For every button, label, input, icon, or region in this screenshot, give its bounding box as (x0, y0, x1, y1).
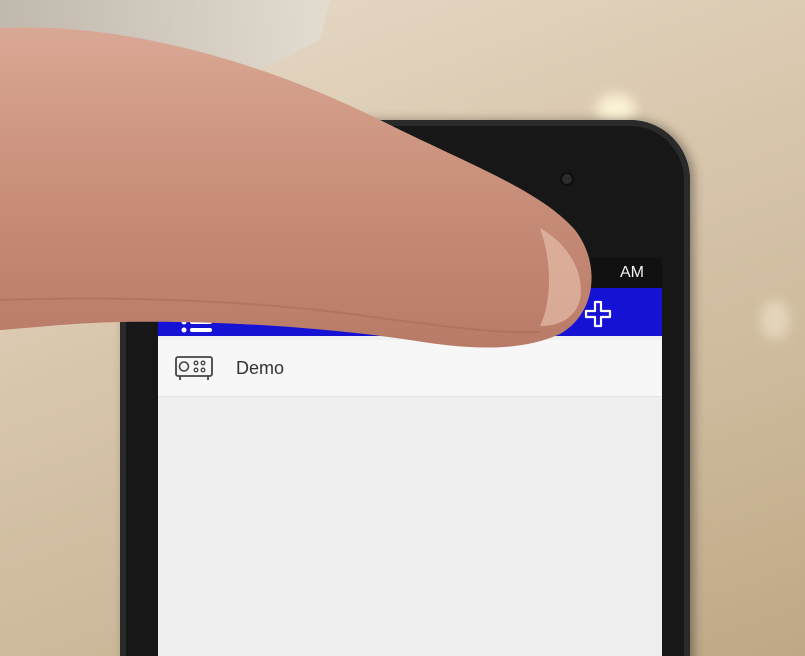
status-bar: AM (158, 258, 662, 288)
plus-icon[interactable] (584, 300, 612, 328)
phone-body: AM Dem Demo (120, 120, 690, 656)
list-item-label: Demo (236, 357, 285, 378)
menu-icon[interactable] (180, 308, 214, 336)
app-bar: Dem (158, 288, 662, 336)
phone-screen: AM Dem Demo (158, 258, 662, 656)
empty-list-area (158, 397, 662, 656)
front-camera (560, 172, 574, 186)
list-item[interactable]: Demo (158, 340, 662, 397)
dvr-device-icon (175, 356, 213, 380)
status-time: AM (620, 264, 644, 281)
app-title: Dem (308, 304, 356, 329)
light-glare (760, 300, 790, 340)
